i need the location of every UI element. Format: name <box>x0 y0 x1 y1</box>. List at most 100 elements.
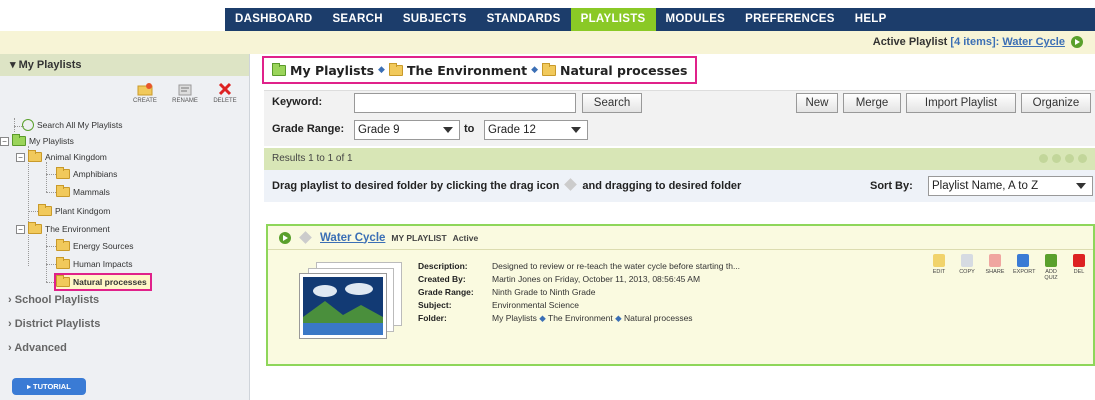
nav-preferences[interactable]: PREFERENCES <box>735 8 845 31</box>
tree-item-human-impacts[interactable]: Human Impacts <box>56 257 133 271</box>
tree-item-search-all[interactable]: Search All My Playlists <box>22 118 123 132</box>
folder-icon <box>542 62 557 76</box>
delete-icon <box>218 82 232 96</box>
drag-text-after: and dragging to desired folder <box>582 180 742 192</box>
to-label: to <box>464 123 475 135</box>
search-button[interactable]: Search <box>582 93 642 113</box>
description-value: Designed to review or re-teach the water… <box>492 261 741 271</box>
rename-button[interactable]: RENAME <box>171 82 199 116</box>
play-icon[interactable] <box>279 231 291 244</box>
folder-path-item[interactable]: My Playlists <box>492 313 537 323</box>
copy-button[interactable]: COPY <box>957 254 977 281</box>
nav-help[interactable]: HELP <box>845 8 897 31</box>
tree-label: Plant Kindgom <box>55 206 111 216</box>
sort-label: Sort By: <box>870 180 913 192</box>
tree-item-mammals[interactable]: Mammals <box>56 185 110 199</box>
nav-search[interactable]: SEARCH <box>322 8 392 31</box>
results-count: Results 1 to 1 of 1 <box>272 153 353 164</box>
nav-subjects[interactable]: SUBJECTS <box>393 8 477 31</box>
water-cycle-image <box>303 277 383 335</box>
playlist-details: Description: Designed to review or re-tea… <box>418 260 740 325</box>
active-playlist-label: Active Playlist <box>872 36 948 48</box>
section-label: School Playlists <box>14 294 100 306</box>
collapse-icon[interactable]: − <box>16 224 25 234</box>
subject-label: Subject: <box>418 300 452 310</box>
tree-item-amphibians[interactable]: Amphibians <box>56 167 117 181</box>
tree-item-environment[interactable]: − The Environment <box>16 222 110 236</box>
section-district-playlists[interactable]: › District Playlists <box>8 318 100 330</box>
tree-label: Human Impacts <box>73 259 133 269</box>
tree-label: Search All My Playlists <box>37 120 123 130</box>
delete-playlist-button[interactable]: DEL <box>1069 254 1089 281</box>
collapse-icon[interactable]: − <box>0 136 9 146</box>
breadcrumb-item[interactable]: Natural processes <box>560 63 687 78</box>
merge-button[interactable]: Merge <box>843 93 901 113</box>
folder-icon <box>28 222 42 234</box>
sidebar-title: My Playlists <box>18 59 82 71</box>
keyword-input[interactable] <box>354 93 576 113</box>
section-label: Advanced <box>14 342 67 354</box>
create-button[interactable]: CREATE <box>131 82 159 116</box>
section-advanced[interactable]: › Advanced <box>8 342 67 354</box>
share-button[interactable]: SHARE <box>985 254 1005 281</box>
nav-bar: DASHBOARD SEARCH SUBJECTS STANDARDS PLAY… <box>225 8 1095 31</box>
collapse-icon[interactable]: − <box>16 152 25 162</box>
organize-button[interactable]: Organize <box>1021 93 1091 113</box>
tutorial-button[interactable]: ▸ TUTORIAL <box>12 378 86 395</box>
grade-to-select[interactable]: Grade 12 <box>484 120 588 140</box>
active-playlist-link[interactable]: Water Cycle <box>1002 36 1065 48</box>
tree-label: Amphibians <box>73 169 118 179</box>
delete-button[interactable]: DELETE <box>211 82 239 116</box>
play-icon[interactable] <box>1071 36 1083 49</box>
folder-icon <box>56 239 70 251</box>
breadcrumb-item[interactable]: The Environment <box>407 63 527 78</box>
edit-button[interactable]: EDIT <box>929 254 949 281</box>
separator-icon: ◆ <box>615 313 622 323</box>
nav-standards[interactable]: STANDARDS <box>477 8 571 31</box>
folder-label: Folder: <box>418 313 447 323</box>
section-school-playlists[interactable]: › School Playlists <box>8 294 99 306</box>
add-quiz-button[interactable]: ADD QUIZ <box>1041 254 1061 281</box>
tree-item-animal-kingdom[interactable]: − Animal Kingdom <box>16 150 107 164</box>
export-button[interactable]: EXPORT <box>1013 254 1036 281</box>
tree-item-natural-processes[interactable]: Natural processes <box>54 273 152 291</box>
folder-path-item[interactable]: The Environment <box>548 313 613 323</box>
playlist-title-link[interactable]: Water Cycle <box>320 232 385 244</box>
export-icon <box>1017 254 1029 267</box>
main-content: My Playlists ◆ The Environment ◆ Natural… <box>260 54 1095 400</box>
nav-dashboard[interactable]: DASHBOARD <box>225 8 322 31</box>
chevron-down-icon <box>571 127 581 133</box>
active-playlist-bar: Active Playlist [4 items]: Water Cycle <box>0 31 1095 54</box>
playlist-card: Water Cycle MY PLAYLIST Active Descripti… <box>266 224 1095 366</box>
folder-icon <box>12 134 26 146</box>
results-bar: Results 1 to 1 of 1 <box>264 148 1095 170</box>
sort-select[interactable]: Playlist Name, A to Z <box>928 176 1093 196</box>
last-page-icon[interactable] <box>1078 154 1087 163</box>
nav-playlists[interactable]: PLAYLISTS <box>570 8 656 31</box>
new-button[interactable]: New <box>796 93 838 113</box>
playlist-thumbnail[interactable] <box>299 262 404 342</box>
drag-handle-icon[interactable] <box>299 231 312 244</box>
next-page-icon[interactable] <box>1065 154 1074 163</box>
sidebar-header[interactable]: ▾ My Playlists <box>0 54 249 76</box>
share-label: SHARE <box>985 269 1005 275</box>
nav-modules[interactable]: MODULES <box>656 8 736 31</box>
folder-icon <box>272 62 286 76</box>
tutorial-label: TUTORIAL <box>33 382 71 391</box>
separator-icon: ◆ <box>378 65 385 75</box>
first-page-icon[interactable] <box>1039 154 1048 163</box>
sort-value: Playlist Name, A to Z <box>932 180 1039 192</box>
tree-item-plant-kingdom[interactable]: Plant Kindgom <box>38 204 110 218</box>
tree-label: Energy Sources <box>73 241 134 251</box>
tree-item-energy-sources[interactable]: Energy Sources <box>56 239 133 253</box>
folder-path-item[interactable]: Natural processes <box>624 313 693 323</box>
import-playlist-button[interactable]: Import Playlist <box>906 93 1016 113</box>
breadcrumb-item[interactable]: My Playlists <box>290 63 374 78</box>
grade-from-select[interactable]: Grade 9 <box>354 120 460 140</box>
sidebar-actions: CREATE RENAME DELETE <box>0 76 249 116</box>
copy-label: COPY <box>959 269 975 275</box>
add-quiz-label: ADD QUIZ <box>1044 269 1058 281</box>
prev-page-icon[interactable] <box>1052 154 1061 163</box>
grade-range-label: Grade Range: <box>272 123 345 135</box>
tree-item-my-playlists[interactable]: − My Playlists <box>0 134 74 148</box>
